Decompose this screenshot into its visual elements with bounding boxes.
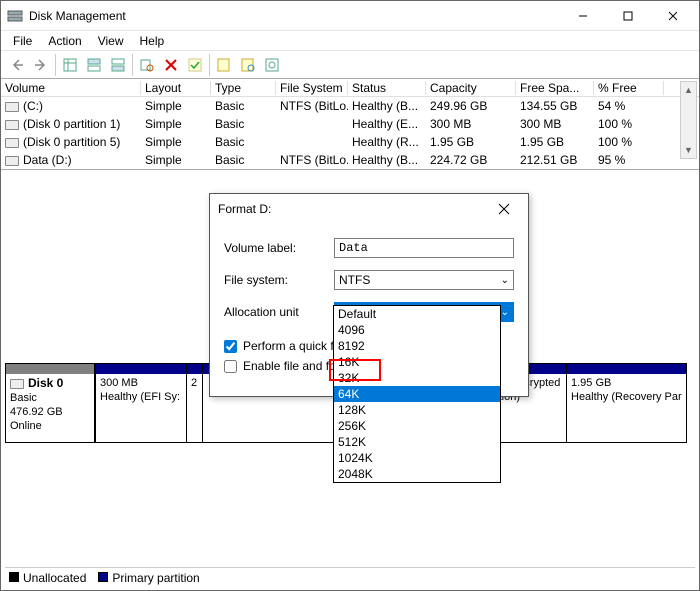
col-fs[interactable]: File System xyxy=(276,81,348,95)
disk-name: Disk 0 xyxy=(28,376,63,390)
partition[interactable]: 1.95 GBHealthy (Recovery Par xyxy=(567,363,687,443)
menu-view[interactable]: View xyxy=(90,32,132,50)
col-status[interactable]: Status xyxy=(348,81,426,95)
partition[interactable]: 2 xyxy=(187,363,203,443)
quick-format-label: Perform a quick fo xyxy=(243,339,340,353)
scroll-up-icon[interactable]: ▲ xyxy=(681,82,696,98)
volume-label-input[interactable] xyxy=(334,238,514,258)
volume-label-label: Volume label: xyxy=(224,241,334,255)
legend: Unallocated Primary partition xyxy=(5,567,695,587)
minimize-button[interactable] xyxy=(560,1,605,30)
col-volume[interactable]: Volume xyxy=(1,81,141,95)
view-bottom-icon[interactable] xyxy=(106,53,130,77)
legend-primary: Primary partition xyxy=(98,571,199,585)
col-layout[interactable]: Layout xyxy=(141,81,211,95)
app-icon xyxy=(7,8,23,24)
refresh-icon[interactable] xyxy=(236,53,260,77)
dropdown-option[interactable]: 32K xyxy=(334,370,500,386)
table-row[interactable]: (Disk 0 partition 5)SimpleBasicHealthy (… xyxy=(1,133,699,151)
disk-type: Basic xyxy=(10,391,90,405)
quick-format-checkbox[interactable] xyxy=(224,340,237,353)
view-list-icon[interactable] xyxy=(58,53,82,77)
properties-icon[interactable] xyxy=(212,53,236,77)
settings-icon[interactable] xyxy=(135,53,159,77)
scroll-down-icon[interactable]: ▼ xyxy=(681,142,696,158)
dropdown-option[interactable]: 1024K xyxy=(334,450,500,466)
col-pct[interactable]: % Free xyxy=(594,81,664,95)
help-icon[interactable] xyxy=(260,53,284,77)
dialog-title: Format D: xyxy=(218,202,488,216)
column-headers[interactable]: Volume Layout Type File System Status Ca… xyxy=(1,79,699,97)
col-free[interactable]: Free Spa... xyxy=(516,81,594,95)
table-row[interactable]: (Disk 0 partition 1)SimpleBasicHealthy (… xyxy=(1,115,699,133)
dropdown-option[interactable]: Default xyxy=(334,306,500,322)
title-bar: Disk Management xyxy=(1,1,699,31)
disk-info[interactable]: Disk 0 Basic 476.92 GB Online xyxy=(5,363,95,443)
compression-label: Enable file and fo xyxy=(243,359,336,373)
disk-icon xyxy=(10,379,24,389)
dropdown-option[interactable]: 512K xyxy=(334,434,500,450)
compression-checkbox[interactable] xyxy=(224,360,237,373)
file-system-value: NTFS xyxy=(339,273,370,287)
delete-icon[interactable] xyxy=(159,53,183,77)
dialog-close-button[interactable] xyxy=(488,195,520,223)
window-title: Disk Management xyxy=(29,9,560,23)
view-top-icon[interactable] xyxy=(82,53,106,77)
dropdown-option[interactable]: 4096 xyxy=(334,322,500,338)
toolbar xyxy=(1,51,699,79)
close-button[interactable] xyxy=(650,1,695,30)
forward-button[interactable] xyxy=(29,53,53,77)
dropdown-option[interactable]: 2048K xyxy=(334,466,500,482)
vertical-scrollbar[interactable]: ▲ ▼ xyxy=(680,81,697,159)
menu-help[interactable]: Help xyxy=(132,32,173,50)
dropdown-option[interactable]: 16K xyxy=(334,354,500,370)
table-row[interactable]: (C:)SimpleBasicNTFS (BitLo...Healthy (B.… xyxy=(1,97,699,115)
volume-list: Volume Layout Type File System Status Ca… xyxy=(1,79,699,170)
allocation-unit-label: Allocation unit xyxy=(224,305,334,319)
table-row[interactable]: Data (D:)SimpleBasicNTFS (BitLo...Health… xyxy=(1,151,699,169)
chevron-down-icon: ⌄ xyxy=(501,275,509,286)
file-system-combo[interactable]: NTFS ⌄ xyxy=(334,270,514,290)
col-type[interactable]: Type xyxy=(211,81,276,95)
menu-file[interactable]: File xyxy=(5,32,40,50)
dropdown-option[interactable]: 8192 xyxy=(334,338,500,354)
disk-state: Online xyxy=(10,419,90,433)
dropdown-option[interactable]: 64K xyxy=(334,386,500,402)
menu-action[interactable]: Action xyxy=(40,32,89,50)
chevron-down-icon: ⌄ xyxy=(501,307,509,318)
file-system-label: File system: xyxy=(224,273,334,287)
partition[interactable]: 300 MBHealthy (EFI Sy: xyxy=(95,363,187,443)
dropdown-option[interactable]: 256K xyxy=(334,418,500,434)
back-button[interactable] xyxy=(5,53,29,77)
dropdown-option[interactable]: 128K xyxy=(334,402,500,418)
legend-unallocated: Unallocated xyxy=(9,571,86,585)
allocation-unit-dropdown[interactable]: Default4096819216K32K64K128K256K512K1024… xyxy=(333,305,501,483)
disk-size: 476.92 GB xyxy=(10,405,90,419)
maximize-button[interactable] xyxy=(605,1,650,30)
menu-bar: File Action View Help xyxy=(1,31,699,51)
col-capacity[interactable]: Capacity xyxy=(426,81,516,95)
check-icon[interactable] xyxy=(183,53,207,77)
